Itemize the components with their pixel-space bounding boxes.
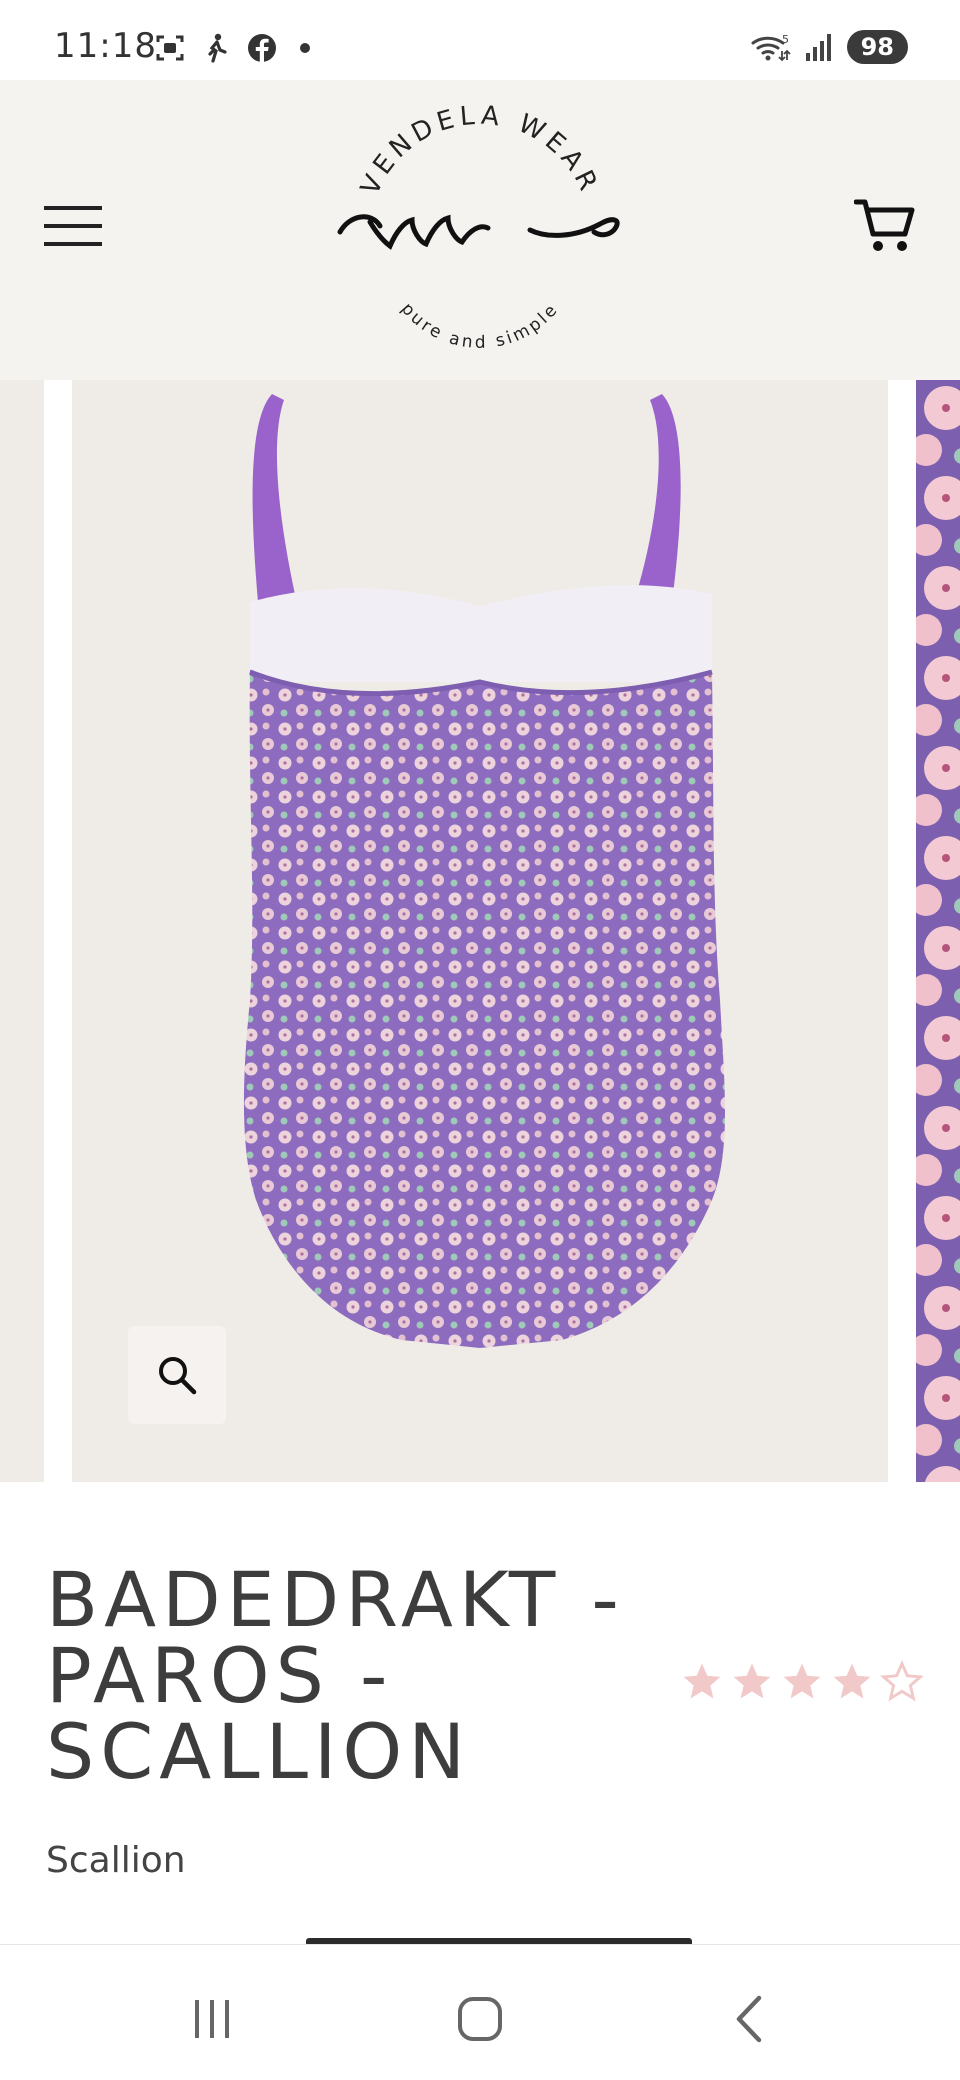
- status-system-icons: 5 98: [751, 30, 908, 64]
- svg-text:vw: vw: [480, 233, 482, 235]
- product-info: BADEDRAKT - PAROS - SCALLION Scallion: [0, 1482, 960, 1944]
- previous-slide-peek[interactable]: [0, 380, 44, 1482]
- facebook-icon: [248, 34, 276, 62]
- status-bar: 11:18 5 98: [0, 0, 960, 80]
- status-time: 11:18: [54, 26, 157, 66]
- next-slide-peek[interactable]: [916, 380, 960, 1482]
- product-title: BADEDRAKT - PAROS - SCALLION: [46, 1555, 625, 1796]
- signal-icon: [805, 34, 831, 61]
- product-rating[interactable]: [680, 1660, 924, 1704]
- brand-logo[interactable]: VENDELA WEAR vw pure and simple: [330, 104, 630, 354]
- home-icon[interactable]: [450, 1989, 510, 2049]
- star-filled-icon: [783, 1663, 821, 1699]
- product-gallery[interactable]: [0, 380, 960, 1482]
- zoom-button[interactable]: [128, 1326, 226, 1424]
- notification-dot: [300, 43, 310, 53]
- back-icon[interactable]: [720, 1989, 780, 2049]
- product-image[interactable]: [72, 380, 888, 1482]
- hamburger-icon[interactable]: [44, 204, 104, 250]
- wifi-icon: 5: [751, 33, 791, 62]
- swimsuit-image: [243, 394, 726, 1348]
- cart-icon[interactable]: [854, 194, 918, 258]
- screenshot-icon: [156, 35, 184, 61]
- battery-level: 98: [846, 30, 908, 64]
- star-filled-icon: [683, 1663, 721, 1699]
- svg-text:5: 5: [782, 33, 789, 46]
- star-filled-icon: [833, 1663, 871, 1699]
- star-empty-icon: [880, 1660, 924, 1702]
- system-nav-bar: [0, 1944, 960, 2080]
- svg-text:pure and simple: pure and simple: [397, 299, 563, 353]
- variant-label: Scallion: [46, 1840, 186, 1881]
- search-icon: [159, 1357, 197, 1395]
- status-notification-icons: [154, 32, 310, 64]
- svg-text:VENDELA WEAR: VENDELA WEAR: [355, 104, 605, 200]
- recents-icon[interactable]: [182, 1989, 242, 2049]
- site-header: VENDELA WEAR vw pure and simple: [0, 80, 960, 380]
- star-filled-icon: [733, 1663, 771, 1699]
- walking-icon: [208, 33, 227, 63]
